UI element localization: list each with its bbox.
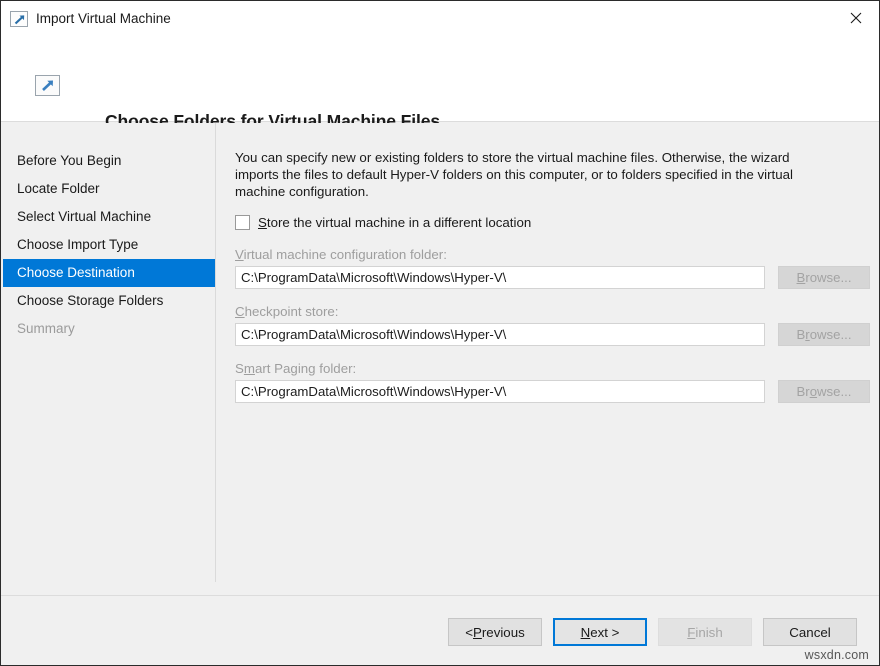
previous-button[interactable]: < Previous [448,618,542,646]
vm-configuration-folder-group: Virtual machine configuration folder: Br… [235,247,879,289]
close-button[interactable] [833,1,879,35]
smart-paging-folder-group: Smart Paging folder: Browse... [235,361,879,403]
checkpoint-store-input[interactable] [235,323,765,346]
smart-paging-folder-label: Smart Paging folder: [235,361,879,376]
dialog-body: Before You Begin Locate Folder Select Vi… [1,123,879,595]
checkpoint-store-group: Checkpoint store: Browse... [235,304,879,346]
vm-configuration-folder-input[interactable] [235,266,765,289]
import-vm-header-icon [35,75,60,96]
intro-text: You can specify new or existing folders … [235,149,821,200]
finish-button: Finish [658,618,752,646]
sidebar-item-before-you-begin[interactable]: Before You Begin [1,147,215,175]
titlebar: Import Virtual Machine [1,1,879,36]
store-different-location-checkbox[interactable] [235,215,250,230]
close-icon [850,12,862,24]
main-pane: You can specify new or existing folders … [217,123,879,595]
watermark: wsxdn.com [805,648,869,662]
dialog-footer: < Previous Next > Finish Cancel [1,595,879,665]
sidebar-item-choose-storage-folders[interactable]: Choose Storage Folders [1,287,215,315]
store-different-location-row[interactable]: Store the virtual machine in a different… [235,215,531,230]
cancel-button[interactable]: Cancel [763,618,857,646]
sidebar-item-summary: Summary [1,315,215,343]
sidebar-item-select-virtual-machine[interactable]: Select Virtual Machine [1,203,215,231]
vm-configuration-folder-label: Virtual machine configuration folder: [235,247,879,262]
browse-button-smart-paging: Browse... [778,380,870,403]
window-title: Import Virtual Machine [36,11,171,26]
checkpoint-store-label: Checkpoint store: [235,304,879,319]
wizard-steps-sidebar: Before You Begin Locate Folder Select Vi… [1,123,216,582]
wizard-header: Choose Folders for Virtual Machine Files [1,36,879,122]
next-button[interactable]: Next > [553,618,647,646]
browse-button-checkpoint-store: Browse... [778,323,870,346]
browse-button-vm-configuration: Browse... [778,266,870,289]
sidebar-item-locate-folder[interactable]: Locate Folder [1,175,215,203]
arrow-up-right-icon [41,79,55,92]
import-vm-icon [10,11,28,27]
store-different-location-label[interactable]: Store the virtual machine in a different… [258,215,531,230]
arrow-up-right-icon [14,14,26,25]
import-virtual-machine-dialog: Import Virtual Machine Choose Folders fo… [0,0,880,666]
smart-paging-folder-input[interactable] [235,380,765,403]
wizard-button-bar: < Previous Next > Finish Cancel [437,618,857,646]
sidebar-item-choose-destination[interactable]: Choose Destination [3,259,215,287]
sidebar-item-choose-import-type[interactable]: Choose Import Type [1,231,215,259]
